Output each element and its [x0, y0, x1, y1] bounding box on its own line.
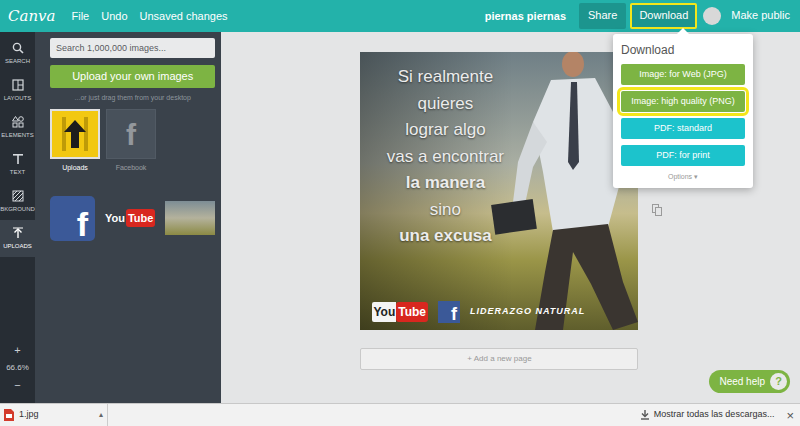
folder-label: Uploads	[50, 163, 100, 174]
rail-label: UPLOADS	[3, 242, 32, 251]
menu-item[interactable]: Unsaved changes	[140, 8, 228, 25]
zoom-out-button[interactable]: −	[14, 380, 20, 391]
background-icon	[12, 190, 24, 202]
upload-button[interactable]: Upload your own images	[50, 65, 215, 88]
rail-item[interactable]: LAYOUTS	[0, 72, 35, 109]
uploads-folder-icon	[50, 109, 100, 159]
menu-item[interactable]: File	[72, 8, 90, 25]
show-all-downloads[interactable]: Mostrar todas las descargas...	[640, 408, 775, 422]
rail-item[interactable]: BKGROUND	[0, 183, 35, 220]
download-item[interactable]: 1.jpg ▴	[4, 404, 108, 426]
download-option[interactable]: PDF: for print	[621, 145, 745, 166]
add-page-button[interactable]: + Add a new page	[360, 348, 638, 370]
facebook-logo-image[interactable]: f	[50, 196, 95, 241]
options-label: Options	[668, 173, 692, 180]
youtube-logo-image[interactable]: YouTube	[105, 209, 155, 228]
file-name: 1.jpg	[19, 408, 39, 422]
avatar-icon[interactable]	[703, 7, 721, 25]
design-page[interactable]: Si realmentequiereslograr algovas a enco…	[360, 52, 638, 330]
image-list: f YouTube	[50, 196, 215, 241]
canva-editor: Canva File Undo Unsaved changes piernas pier…	[0, 0, 800, 426]
question-icon: ?	[770, 373, 787, 390]
rail-label: ELEMENTS	[1, 131, 33, 140]
page-column: Si realmentequiereslograr algovas a enco…	[360, 52, 638, 403]
menu-item[interactable]: Undo	[101, 8, 127, 25]
download-option[interactable]: PDF: standard	[621, 118, 745, 139]
logo-text: Tube	[396, 302, 428, 322]
help-button[interactable]: Need help?	[709, 370, 790, 393]
zoom-in-button[interactable]: +	[14, 345, 20, 356]
rail-item[interactable]: UPLOADS	[0, 220, 35, 257]
show-all-label: Mostrar todas las descargas...	[654, 408, 775, 422]
caret-icon: ▾	[694, 173, 698, 180]
rail-label: SEARCH	[5, 57, 30, 66]
text-line: una excusa	[360, 223, 530, 250]
rail-label: LAYOUTS	[4, 94, 32, 103]
folder-tile[interactable]: f Facebook	[106, 109, 156, 174]
rail-item[interactable]: SEARCH	[0, 35, 35, 72]
download-icon	[640, 410, 650, 420]
rail-item[interactable]: TEXT	[0, 146, 35, 183]
design-text[interactable]: Si realmentequiereslograr algovas a enco…	[360, 52, 530, 250]
logo-text: You	[105, 210, 126, 227]
logo-text: You	[372, 302, 396, 322]
download-option[interactable]: Image: high quality (PNG)	[621, 91, 745, 112]
top-bar-actions: piernas piernas ShareDownload Make public	[485, 3, 794, 28]
options-toggle[interactable]: Options ▾	[621, 172, 745, 183]
download-option[interactable]: Image: for Web (JPG)	[621, 64, 745, 85]
upload-hint: ...or just drag them from your desktop	[50, 93, 215, 104]
copy-icon[interactable]	[652, 204, 662, 216]
signature: LIDERAZGO NATURAL	[470, 305, 585, 319]
text-icon	[12, 153, 24, 165]
download-button[interactable]: Download	[630, 3, 697, 28]
caret-icon[interactable]: ▴	[99, 409, 103, 421]
search-icon	[12, 42, 24, 54]
elements-icon	[12, 116, 24, 128]
text-line: vas a encontrar	[360, 144, 530, 171]
rail-label: BKGROUND	[0, 205, 35, 214]
text-line: quieres	[360, 91, 530, 118]
text-line: Si realmente	[360, 64, 530, 91]
uploads-icon	[12, 227, 24, 239]
text-line: sino	[360, 197, 530, 224]
make-public-button[interactable]: Make public	[727, 3, 794, 28]
page-tools	[652, 172, 662, 403]
help-label: Need help	[719, 374, 765, 389]
youtube-logo: YouTube	[372, 302, 428, 322]
zoom-level: 66.6%	[6, 362, 29, 374]
zoom-control: +66.6% −	[0, 345, 35, 403]
text-line: lograr algo	[360, 117, 530, 144]
search-field[interactable]	[50, 38, 215, 58]
folder-tile[interactable]: Uploads	[50, 109, 100, 174]
tool-rail: SEARCH LAYOUTS ELEMENTS TEXT BKGROUND UPLOADS…	[0, 32, 35, 403]
folder-label: Facebook	[106, 163, 156, 174]
folder-list: Uploads f Facebook	[50, 109, 215, 174]
logo-text: Tube	[126, 209, 155, 228]
rail-item[interactable]: ELEMENTS	[0, 109, 35, 146]
facebook-folder-icon: f	[106, 109, 156, 159]
downloads-bar: 1.jpg ▴ Mostrar todas las descargas... ×	[0, 403, 800, 426]
image-file-icon	[4, 409, 14, 421]
design-footer: YouTubefLIDERAZGO NATURAL	[372, 301, 585, 323]
share-button[interactable]: Share	[579, 3, 626, 28]
text-line: la manera	[360, 170, 530, 197]
logo[interactable]: Canva	[8, 5, 56, 28]
uploads-panel: Upload your own images ...or just drag th…	[35, 32, 221, 403]
facebook-logo: f	[438, 301, 460, 323]
menu-title: Download	[621, 41, 745, 59]
layouts-icon	[12, 79, 24, 91]
download-menu: Download Image: for Web (JPG) Image: high …	[613, 34, 753, 188]
document-title[interactable]: piernas piernas	[485, 8, 566, 25]
photo-image[interactable]	[165, 201, 215, 235]
close-button[interactable]: ×	[786, 409, 794, 422]
rail-label: TEXT	[10, 168, 25, 177]
